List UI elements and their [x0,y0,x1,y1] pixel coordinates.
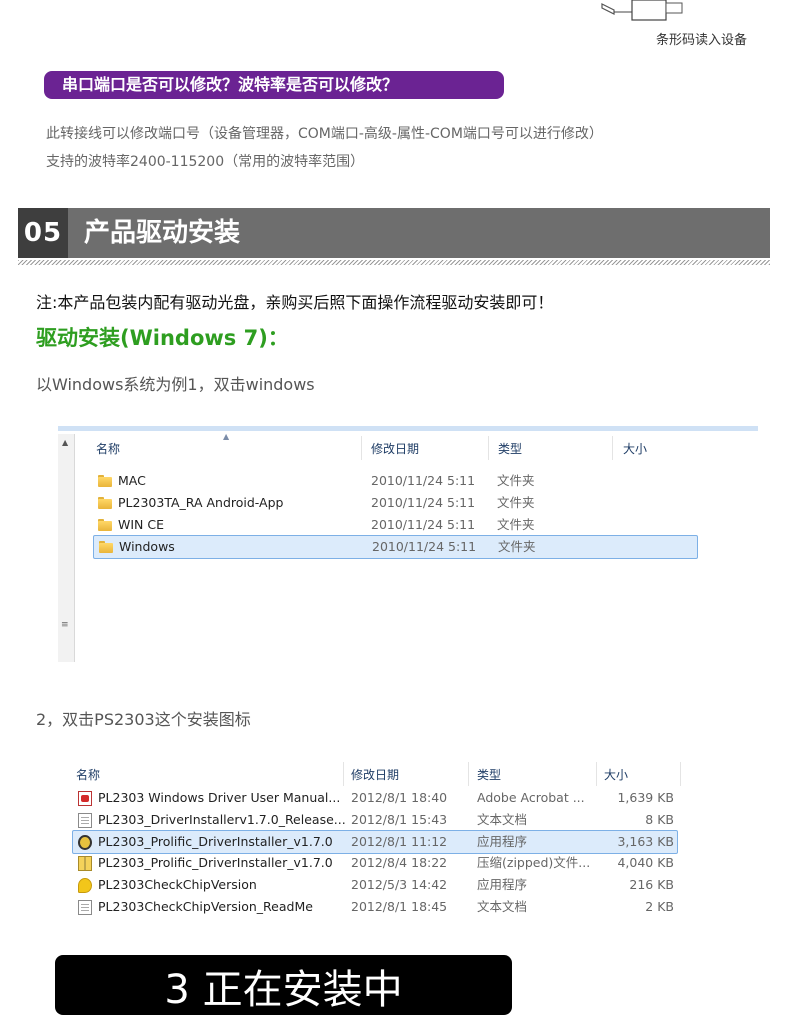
folder-icon [98,519,112,531]
file-row-check-chip-readme[interactable]: PL2303CheckChipVersion_ReadMe 2012/8/1 1… [58,896,678,918]
column-header-name[interactable]: 名称 [96,434,120,462]
section-title: 产品驱动安装 [84,218,241,248]
section-divider [18,260,770,265]
scroll-up-arrow-icon[interactable]: ▲ [62,438,68,447]
file-row-wince[interactable]: WIN CE 2010/11/24 5:11 文件夹 [94,514,698,536]
zip-icon [78,856,92,871]
column-separator[interactable] [680,762,681,786]
file-date: 2012/5/3 14:42 [351,877,448,892]
file-date: 2010/11/24 5:11 [371,517,476,532]
vertical-scrollbar[interactable]: ▲ ≡ [58,434,75,662]
file-date: 2012/8/1 15:43 [351,812,448,827]
baud-info-text: 支持的波特率2400-115200（常用的波特率范围） [46,154,365,170]
file-type: 应用程序 [477,877,528,892]
file-size: 216 KB [629,877,674,892]
file-type: 文件夹 [497,517,535,532]
column-header-date[interactable]: 修改日期 [351,760,399,788]
file-size: 2 KB [645,899,674,914]
file-date: 2012/8/4 18:22 [351,855,448,870]
step-1-text: 以Windows系统为例1，双击windows [36,375,315,394]
file-type: 应用程序 [477,834,528,849]
explorer-window-folders: ▲ ≡ ▲ 名称 修改日期 类型 大小 MAC 2010/11/24 5:11 … [58,426,758,662]
folder-icon [98,497,112,509]
file-size: 4,040 KB [617,855,674,870]
column-separator[interactable] [468,762,469,786]
barcode-device-illustration [601,0,683,21]
file-date: 2010/11/24 5:11 [371,473,476,488]
file-type: 文本文档 [477,899,528,914]
file-row-user-manual[interactable]: PL2303 Windows Driver User Manual... 201… [58,787,678,809]
folder-icon [98,475,112,487]
file-type: Adobe Acrobat ... [477,790,585,805]
text-document-icon [78,813,92,828]
file-date: 2012/8/1 11:12 [351,834,448,849]
file-date: 2010/11/24 5:11 [371,495,476,510]
column-separator[interactable] [612,436,613,460]
file-name: PL2303TA_RA Android-App [118,495,284,510]
file-row-windows-selected[interactable]: Windows 2010/11/24 5:11 文件夹 [93,535,698,559]
file-name: PL2303_Prolific_DriverInstaller_v1.7.0 [98,855,333,870]
window-top-border [58,426,758,431]
file-type: 压缩(zipped)文件... [477,855,591,870]
file-row-driver-installer-selected[interactable]: PL2303_Prolific_DriverInstaller_v1.7.0 2… [72,830,678,854]
file-name: MAC [118,473,146,488]
file-row-mac[interactable]: MAC 2010/11/24 5:11 文件夹 [94,470,698,492]
file-date: 2012/8/1 18:45 [351,899,448,914]
column-separator[interactable] [343,762,344,786]
device-caption: 条形码读入设备 [656,33,748,48]
file-name: PL2303CheckChipVersion_ReadMe [98,899,313,914]
folder-icon [99,541,113,553]
column-header-type[interactable]: 类型 [498,434,522,462]
file-name: PL2303 Windows Driver User Manual... [98,790,341,805]
column-header-size[interactable]: 大小 [623,434,647,462]
file-size: 8 KB [645,812,674,827]
file-row-android-app[interactable]: PL2303TA_RA Android-App 2010/11/24 5:11 … [94,492,698,514]
file-name: PL2303_DriverInstallerv1.7.0_Release... [98,812,346,827]
file-type: 文件夹 [498,539,536,554]
step-2-text: 2，双击PS2303这个安装图标 [36,710,251,729]
column-header-size[interactable]: 大小 [604,760,628,788]
file-name: PL2303CheckChipVersion [98,877,257,892]
text-document-icon [78,900,92,915]
port-info-text: 此转接线可以修改端口号（设备管理器，COM端口-高级-属性-COM端口号可以进行… [46,126,603,142]
column-header-date[interactable]: 修改日期 [371,434,419,462]
step-3-banner: 3 正在安装中 [55,955,512,1015]
file-size: 3,163 KB [617,834,674,849]
file-date: 2012/8/1 18:40 [351,790,448,805]
column-separator[interactable] [488,436,489,460]
file-type: 文件夹 [497,473,535,488]
file-type: 文本文档 [477,812,528,827]
install-note: 注:本产品包装内配有驱动光盘，亲购买后照下面操作流程驱动安装即可！ [36,293,554,312]
question-banner: 串口端口是否可以修改？波特率是否可以修改？ [44,71,504,99]
file-row-check-chip[interactable]: PL2303CheckChipVersion 2012/5/3 14:42 应用… [58,874,678,896]
file-name: Windows [119,539,175,554]
file-row-release-notes[interactable]: PL2303_DriverInstallerv1.7.0_Release... … [58,809,678,831]
pdf-icon [78,791,92,806]
column-separator[interactable] [596,762,597,786]
column-separator[interactable] [361,436,362,460]
section-number: 05 [18,208,68,258]
column-header-name[interactable]: 名称 [76,760,100,788]
sort-ascending-icon: ▲ [223,432,230,441]
install-subtitle: 驱动安装(Windows 7)： [36,326,289,350]
file-name: WIN CE [118,517,164,532]
chip-app-icon [78,878,92,893]
installer-icon [78,835,92,850]
file-type: 文件夹 [497,495,535,510]
file-date: 2010/11/24 5:11 [372,539,477,554]
file-size: 1,639 KB [617,790,674,805]
column-header-type[interactable]: 类型 [477,760,501,788]
scroll-grip-icon[interactable]: ≡ [61,620,69,630]
explorer-window-installer-files: 名称 修改日期 类型 大小 PL2303 Windows Driver User… [58,752,758,952]
file-name: PL2303_Prolific_DriverInstaller_v1.7.0 [98,834,333,849]
file-row-driver-zip[interactable]: PL2303_Prolific_DriverInstaller_v1.7.0 2… [58,852,678,874]
